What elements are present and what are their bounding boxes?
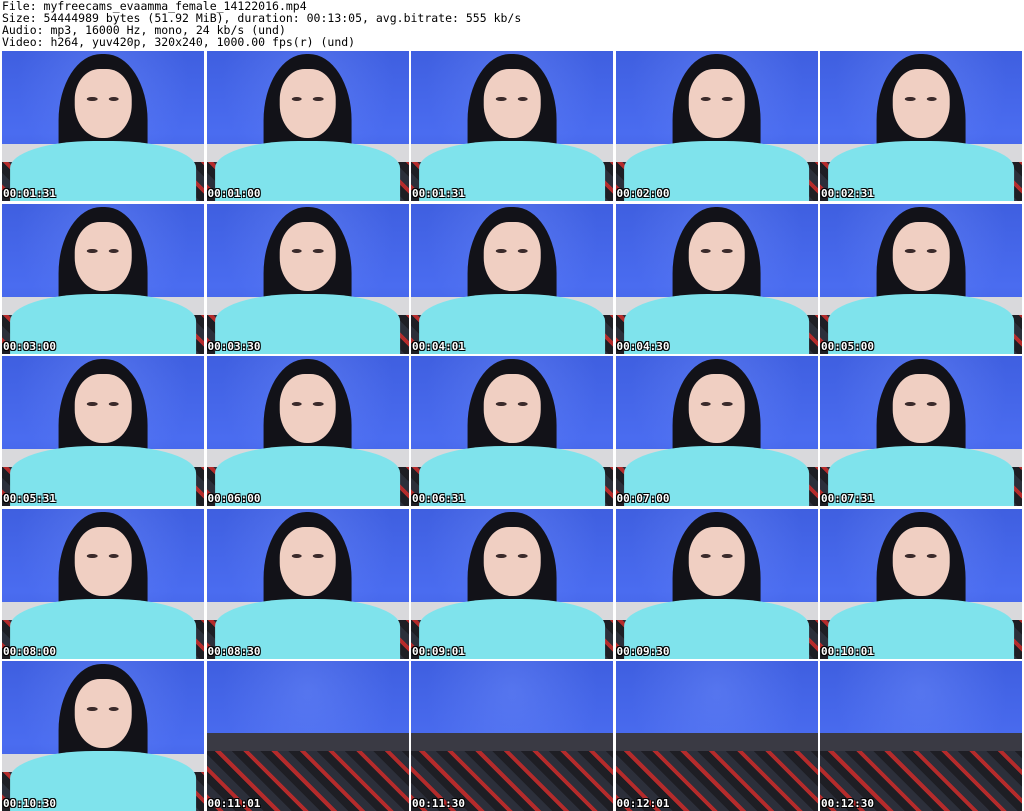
video-thumbnail: 00:07:31 bbox=[820, 356, 1022, 506]
thumbnail-face bbox=[483, 374, 541, 443]
video-thumbnail: 00:03:00 bbox=[2, 203, 204, 354]
video-thumbnail: 00:03:30 bbox=[206, 203, 409, 354]
thumbnail-timestamp: 00:08:00 bbox=[3, 644, 56, 658]
thumbnail-face bbox=[483, 69, 541, 138]
thumbnail-timestamp: 00:03:30 bbox=[207, 339, 261, 353]
video-thumbnail: 00:10:01 bbox=[820, 508, 1022, 659]
thumbnail-face bbox=[74, 526, 132, 596]
thumbnail-timestamp: 00:07:00 bbox=[616, 492, 670, 505]
thumbnail-face bbox=[279, 69, 336, 138]
thumbnail-timestamp: 00:09:01 bbox=[412, 644, 465, 658]
video-thumbnail: 00:07:00 bbox=[615, 356, 818, 506]
thumbnail-face bbox=[74, 221, 132, 291]
video-thumbnail: 00:01:31 bbox=[411, 51, 613, 201]
thumbnail-face bbox=[892, 374, 950, 443]
thumbnail-timestamp: 00:05:31 bbox=[3, 492, 56, 505]
thumbnail-face bbox=[74, 374, 132, 443]
video-thumbnail: 00:04:01 bbox=[411, 203, 613, 354]
thumbnail-grid: 00:01:31 00:01:00 00:01:31 00:02:00 00:02:31… bbox=[2, 51, 1022, 811]
thumbnail-timestamp: 00:12:30 bbox=[821, 797, 874, 810]
video-thumbnail: 00:09:01 bbox=[411, 508, 613, 659]
thumbnail-face bbox=[892, 221, 950, 291]
thumbnail-face bbox=[688, 221, 745, 291]
thumbnail-timestamp: 00:01:31 bbox=[412, 187, 465, 200]
video-thumbnail: 00:06:31 bbox=[411, 356, 613, 506]
video-info-line: Video: h264, yuv420p, 320x240, 1000.00 f… bbox=[2, 35, 356, 49]
video-thumbnail: 00:10:30 bbox=[2, 661, 204, 811]
video-thumbnail: 00:06:00 bbox=[206, 356, 409, 506]
thumbnail-timestamp: 00:02:31 bbox=[821, 187, 874, 200]
thumbnail-face bbox=[688, 374, 745, 443]
thumbnail-timestamp: 00:08:30 bbox=[207, 644, 261, 658]
video-thumbnail: 00:01:31 bbox=[2, 51, 204, 201]
thumbnail-face bbox=[892, 69, 950, 138]
thumbnail-face bbox=[688, 69, 745, 138]
video-thumbnail: 00:05:31 bbox=[2, 356, 204, 506]
thumbnail-face bbox=[74, 679, 132, 748]
thumbnail-timestamp: 00:03:00 bbox=[3, 339, 56, 353]
thumbnail-timestamp: 00:01:00 bbox=[207, 187, 261, 200]
thumbnail-timestamp: 00:06:00 bbox=[207, 492, 261, 505]
thumbnail-face bbox=[279, 374, 336, 443]
thumbnail-timestamp: 00:04:01 bbox=[412, 339, 465, 353]
thumbnail-face bbox=[483, 221, 541, 291]
video-thumbnail: 00:01:00 bbox=[206, 51, 409, 201]
video-thumbnail: 00:12:30 bbox=[820, 661, 1022, 811]
thumbnail-face bbox=[279, 526, 336, 596]
thumbnail-timestamp: 00:01:31 bbox=[3, 187, 56, 200]
video-thumbnail: 00:02:31 bbox=[820, 51, 1022, 201]
video-thumbnail: 00:12:01 bbox=[615, 661, 818, 811]
thumbnail-face bbox=[483, 526, 541, 596]
thumbnail-timestamp: 00:06:31 bbox=[412, 492, 465, 505]
thumbnail-timestamp: 00:10:30 bbox=[3, 797, 56, 810]
thumbnail-face bbox=[892, 526, 950, 596]
thumbnail-timestamp: 00:02:00 bbox=[616, 187, 670, 200]
thumbnail-timestamp: 00:10:01 bbox=[821, 644, 874, 658]
thumbnail-timestamp: 00:11:01 bbox=[207, 797, 261, 810]
video-thumbnail: 00:05:00 bbox=[820, 203, 1022, 354]
video-thumbnail: 00:11:30 bbox=[411, 661, 613, 811]
thumbnail-timestamp: 00:04:30 bbox=[616, 339, 670, 353]
video-thumbnail: 00:11:01 bbox=[206, 661, 409, 811]
thumbnail-timestamp: 00:12:01 bbox=[616, 797, 670, 810]
video-thumbnail: 00:09:30 bbox=[615, 508, 818, 659]
thumbnail-face bbox=[688, 526, 745, 596]
thumbnail-face bbox=[279, 221, 336, 291]
thumbnail-timestamp: 00:05:00 bbox=[821, 339, 874, 353]
video-info-header: File: myfreecams_evaamma_female_14122016… bbox=[2, 0, 1022, 50]
thumbnail-timestamp: 00:11:30 bbox=[412, 797, 465, 810]
video-thumbnail: 00:08:30 bbox=[206, 508, 409, 659]
thumbnail-timestamp: 00:07:31 bbox=[821, 492, 874, 505]
video-thumbnail: 00:02:00 bbox=[615, 51, 818, 201]
video-thumbnail: 00:04:30 bbox=[615, 203, 818, 354]
video-thumbnail: 00:08:00 bbox=[2, 508, 204, 659]
thumbnail-face bbox=[74, 69, 132, 138]
thumbnail-timestamp: 00:09:30 bbox=[616, 644, 670, 658]
